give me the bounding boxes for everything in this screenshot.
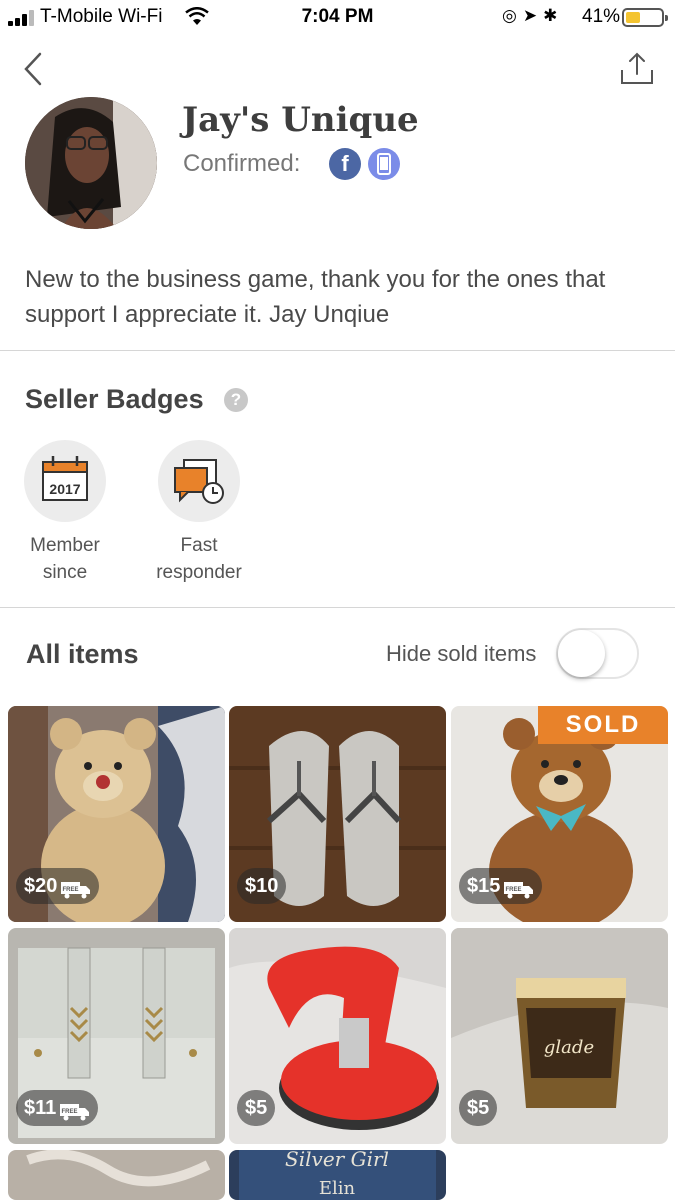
item-tile[interactable]: $10 [229, 706, 446, 922]
item-tile[interactable]: SOLD $15 FREE [451, 706, 668, 922]
seller-badges-title: Seller Badges [25, 384, 204, 414]
free-shipping-truck-icon: FREE [504, 876, 534, 899]
item-price: $11 [24, 1097, 57, 1119]
item-tile[interactable]: Silver Girl Elin [229, 1150, 446, 1200]
item-price: $5 [467, 1097, 490, 1119]
item-tile[interactable]: glade $5 [451, 928, 668, 1144]
clock: 7:04 PM [301, 6, 374, 27]
svg-text:FREE: FREE [62, 1109, 78, 1115]
status-bar: T-Mobile Wi-Fi 7:04 PM ◎➤✱ 41% [0, 0, 675, 36]
svg-text:glade: glade [544, 1037, 594, 1058]
item-photo: Silver Girl Elin [229, 1150, 446, 1200]
item-price: $15 [467, 875, 501, 897]
phone-icon [368, 148, 400, 180]
svg-text:FREE: FREE [63, 887, 79, 893]
item-tile[interactable] [8, 1150, 225, 1200]
price-badge: $10 [237, 868, 287, 904]
price-badge: $11 FREE [16, 1090, 99, 1126]
free-shipping-truck-icon: FREE [60, 1098, 90, 1121]
all-items-title: All items [26, 639, 139, 669]
help-icon[interactable]: ? [224, 388, 248, 412]
item-price: $20 [24, 875, 58, 897]
price-badge: $5 [459, 1090, 498, 1126]
sold-banner: SOLD [538, 706, 668, 744]
share-icon[interactable] [618, 50, 656, 88]
badge-label: Member since [30, 535, 100, 583]
book-title: Silver Girl [285, 1150, 389, 1171]
hide-sold-label: Hide sold items [386, 641, 537, 666]
svg-text:FREE: FREE [506, 887, 522, 893]
location-icon: ➤ [522, 6, 544, 25]
confirmed-label: Confirmed: [183, 150, 301, 177]
item-tile[interactable]: $20 FREE [8, 706, 225, 922]
status-icons: ◎➤✱ [502, 6, 563, 26]
battery-icon [622, 8, 668, 27]
hide-sold-toggle[interactable] [556, 628, 639, 679]
calendar-icon: 2017 [24, 440, 106, 522]
price-badge: $15 FREE [459, 868, 543, 904]
rotation-lock-icon: ◎ [502, 6, 523, 25]
free-shipping-truck-icon: FREE [61, 876, 91, 899]
item-photo [8, 1150, 225, 1200]
battery-percent: 41% [582, 6, 621, 27]
bluetooth-icon: ✱ [543, 6, 564, 25]
badge-label: Fast responder [156, 535, 242, 583]
item-tile[interactable]: $11 FREE [8, 928, 225, 1144]
avatar [25, 97, 157, 229]
book-author: Elin [319, 1178, 356, 1199]
badge-fast-responder: Fast responder [149, 440, 249, 586]
item-tile[interactable]: $5 [229, 928, 446, 1144]
divider [0, 350, 675, 351]
badge-year: 2017 [49, 481, 80, 497]
item-price: $10 [245, 875, 279, 897]
seller-name: Jay's Unique [182, 100, 419, 140]
back-chevron-icon[interactable] [18, 48, 50, 90]
badge-member-since: 2017 Member since [15, 440, 115, 586]
divider [0, 607, 675, 608]
chat-clock-icon [158, 440, 240, 522]
price-badge: $5 [237, 1090, 276, 1126]
price-badge: $20 FREE [16, 868, 100, 904]
item-price: $5 [245, 1097, 268, 1119]
seller-bio: New to the business game, thank you for … [25, 266, 606, 328]
facebook-icon: f [329, 148, 361, 180]
